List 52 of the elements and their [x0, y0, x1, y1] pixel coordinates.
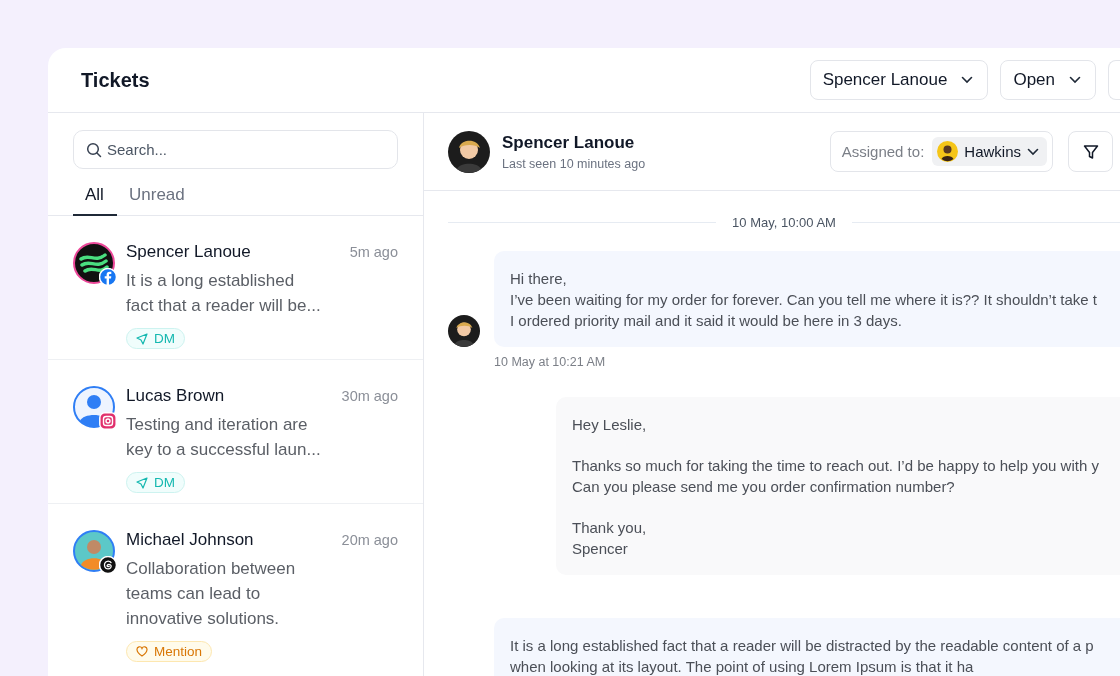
ticket-item[interactable]: Lucas Brown 30m ago Testing and iteration are key to a successful laun... DM [48, 360, 423, 504]
channel-tag: Mention [126, 641, 213, 662]
send-icon [136, 476, 148, 489]
avatar [937, 141, 959, 162]
assignee-dropdown[interactable]: Hawkins [932, 137, 1047, 166]
ticket-name: Michael Johnson [126, 530, 254, 550]
page-title: Tickets [81, 68, 151, 92]
assigned-label: Assigned to: [841, 143, 925, 160]
tab[interactable]: All [73, 183, 117, 216]
ticket-name: Lucas Brown [126, 386, 225, 406]
chevron-down-icon [1027, 147, 1039, 156]
send-icon [136, 332, 148, 345]
filter-dropdown[interactable]: Spencer Lanoue [809, 60, 989, 100]
instagram-icon [99, 412, 117, 430]
avatar [448, 315, 480, 347]
message-text: Thank you, [572, 518, 648, 538]
filter-dropdown[interactable]: Open [1000, 60, 1096, 100]
filter-icon [1082, 143, 1099, 160]
channel-tag: DM [126, 472, 185, 493]
ticket-preview: Testing and iteration are key to a successful laun... [126, 414, 322, 461]
filter-button[interactable] [1068, 131, 1113, 172]
ticket-time: 20m ago [341, 532, 398, 548]
search-icon [86, 142, 102, 158]
search-field[interactable]: Search... [73, 130, 398, 169]
message-time: 10 May at 10:21 AM [494, 355, 607, 369]
ticket-preview: It is a long established fact that a reader will be... [126, 270, 322, 317]
ticket-time: 5m ago [349, 244, 398, 260]
ticket-item[interactable]: Spencer Lanoue 5m ago It is a long established fact that a reader will be... DM [48, 216, 423, 360]
threads-icon [99, 556, 117, 574]
last-seen-text: Last seen 10 minutes ago [502, 156, 647, 171]
date-divider: 10 May, 10:00 AM [732, 215, 836, 230]
ticket-preview: Collaboration between teams can lead to innovative solutions. [126, 558, 297, 630]
message-text: Spencer [572, 539, 629, 559]
message-text: Hey Leslie, [572, 415, 648, 435]
heart-icon [136, 646, 148, 657]
message-text: I’ve been waiting for my order for forever. Can you tell me where it is?? It shouldn’t take t [510, 290, 1098, 310]
message-text: It is a long established fact that a reader will be distracted by the readable content of a p [510, 636, 1095, 656]
message-text: Hi there, [510, 269, 568, 289]
ticket-item[interactable]: Michael Johnson 20m ago Collaboration between teams can lead to innovative solutions. Mention [48, 504, 423, 672]
contact-name: Spencer Lanoue [502, 132, 636, 153]
message-text: Thanks so much for taking the time to reach out. I’d be happy to help you with y [572, 456, 1100, 476]
tab[interactable]: Unread [129, 183, 185, 216]
channel-tag: DM [126, 328, 185, 349]
ticket-name: Spencer Lanoue [126, 242, 251, 262]
ticket-time: 30m ago [341, 388, 398, 404]
message-text: when looking at its layout. The point of using Lorem Ipsum is that it ha [510, 657, 975, 676]
message-text: Can you please send me you order confirmation number? [572, 477, 956, 497]
chevron-down-icon [1069, 76, 1081, 84]
avatar [448, 130, 490, 173]
chevron-down-icon [961, 76, 974, 84]
facebook-icon [99, 268, 117, 286]
message-text: I ordered priority mail and it said it would be here in 3 days. [510, 311, 903, 331]
